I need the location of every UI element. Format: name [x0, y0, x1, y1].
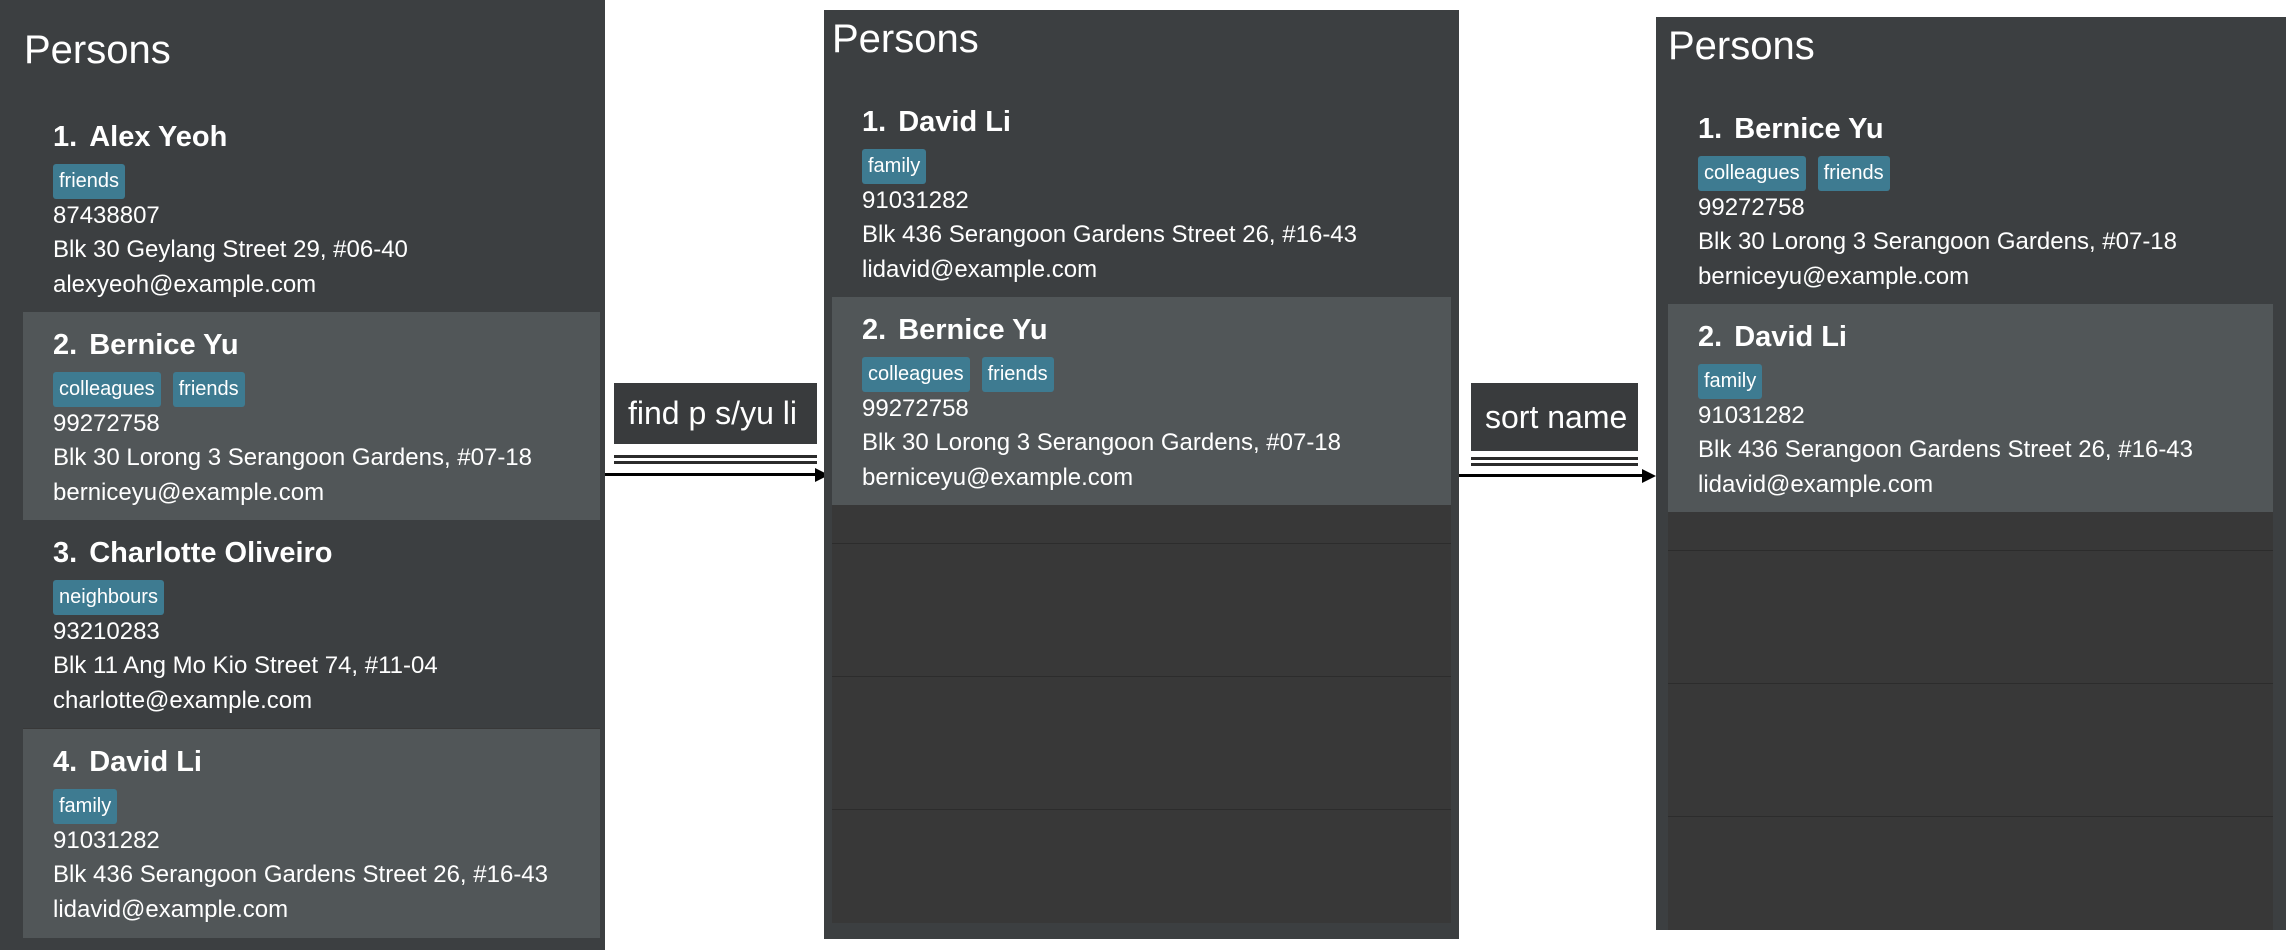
person-phone: 91031282 [53, 827, 160, 854]
person-list[interactable]: 1. Alex Yeoh friends 87438807 Blk 30 Geyl… [23, 105, 600, 938]
tag-list: colleagues friends [1698, 156, 1890, 191]
person-card[interactable]: 2. David Li family 91031282 Blk 436 Seran… [1668, 304, 2273, 512]
person-email: berniceyu@example.com [1698, 263, 1970, 290]
command-underline [614, 461, 817, 464]
person-email: lidavid@example.com [53, 896, 289, 923]
person-email: lidavid@example.com [862, 256, 1098, 283]
tag: colleagues [53, 372, 161, 407]
person-phone: 99272758 [1698, 194, 1805, 221]
person-name: 1. Alex Yeoh [53, 121, 227, 154]
person-email: charlotte@example.com [53, 687, 313, 714]
tag: colleagues [862, 357, 970, 392]
empty-list-row [832, 543, 1451, 544]
arrow-head-icon [1642, 469, 1656, 483]
person-phone: 93210283 [53, 618, 160, 645]
person-name-text: David Li [898, 106, 1011, 138]
person-card[interactable]: 1. David Li family 91031282 Blk 436 Seran… [832, 90, 1451, 297]
person-card[interactable]: 1. Bernice Yu colleagues friends 99272758… [1668, 97, 2273, 304]
person-name: 2. Bernice Yu [53, 329, 239, 362]
person-index: 2. [1698, 321, 1723, 353]
person-email: lidavid@example.com [1698, 471, 1934, 498]
person-phone: 87438807 [53, 202, 160, 229]
person-name-text: Bernice Yu [1734, 113, 1884, 145]
tag: friends [1817, 156, 1890, 191]
person-address: Blk 436 Serangoon Gardens Street 26, #16… [862, 221, 1357, 248]
person-address: Blk 436 Serangoon Gardens Street 26, #16… [53, 861, 548, 888]
tag: friends [53, 164, 126, 199]
person-name-text: Alex Yeoh [89, 121, 228, 153]
person-index: 2. [862, 314, 887, 346]
empty-list-row [1668, 816, 2273, 817]
person-card[interactable]: 2. Bernice Yu colleagues friends 99272758… [23, 312, 600, 520]
person-card[interactable]: 1. Alex Yeoh friends 87438807 Blk 30 Geyl… [23, 105, 600, 312]
command-box-sort: sort name [1471, 383, 1638, 451]
tag-list: family [862, 149, 927, 184]
empty-list-row [1668, 683, 2273, 684]
person-address: Blk 436 Serangoon Gardens Street 26, #16… [1698, 436, 2193, 463]
tag: colleagues [1698, 156, 1806, 191]
person-list-panel-after-find: Persons 1. David Li family 91031282 Blk 4… [824, 10, 1459, 939]
empty-list-row [832, 676, 1451, 677]
person-phone: 91031282 [1698, 402, 1805, 429]
person-email: berniceyu@example.com [862, 464, 1134, 491]
person-list[interactable]: 1. Bernice Yu colleagues friends 99272758… [1668, 97, 2273, 930]
tag-list: colleagues friends [862, 357, 1054, 392]
tag: family [1698, 364, 1763, 399]
person-phone: 99272758 [53, 410, 160, 437]
person-index: 1. [53, 121, 78, 153]
person-index: 2. [53, 329, 78, 361]
person-index: 3. [53, 537, 78, 569]
command-underline [1471, 457, 1638, 460]
person-list[interactable]: 1. David Li family 91031282 Blk 436 Seran… [832, 90, 1451, 923]
person-name: 2. Bernice Yu [862, 314, 1048, 347]
person-name: 2. David Li [1698, 321, 1847, 354]
person-name: 1. David Li [862, 106, 1011, 139]
person-card[interactable]: 4. David Li family 91031282 Blk 436 Seran… [23, 729, 600, 938]
person-index: 1. [862, 106, 887, 138]
person-name-text: Charlotte Oliveiro [89, 537, 333, 569]
tag-list: family [53, 789, 118, 824]
person-address: Blk 30 Geylang Street 29, #06-40 [53, 236, 408, 263]
person-address: Blk 30 Lorong 3 Serangoon Gardens, #07-1… [1698, 228, 2178, 255]
empty-list-row [1668, 550, 2273, 551]
tag-list: neighbours [53, 580, 164, 615]
panel-title: Persons [24, 28, 171, 72]
person-email: berniceyu@example.com [53, 479, 325, 506]
person-phone: 99272758 [862, 395, 969, 422]
command-box-find: find p s/yu li [614, 383, 817, 444]
person-list-panel-after-sort: Persons 1. Bernice Yu colleagues friends … [1656, 17, 2286, 930]
person-name-text: Bernice Yu [898, 314, 1048, 346]
panel-title: Persons [832, 17, 979, 61]
person-index: 1. [1698, 113, 1723, 145]
tag: family [862, 149, 927, 184]
empty-list-row [832, 809, 1451, 810]
tag: friends [981, 357, 1054, 392]
person-address: Blk 30 Lorong 3 Serangoon Gardens, #07-1… [862, 429, 1342, 456]
tag: family [53, 789, 118, 824]
person-name: 1. Bernice Yu [1698, 113, 1884, 146]
tag: neighbours [53, 580, 164, 615]
person-name: 4. David Li [53, 746, 202, 779]
arrow [1459, 474, 1642, 477]
person-address: Blk 11 Ang Mo Kio Street 74, #11-04 [53, 652, 438, 679]
person-name-text: Bernice Yu [89, 329, 239, 361]
person-list-panel-before: Persons 1. Alex Yeoh friends 87438807 Blk… [0, 0, 605, 950]
tag: friends [172, 372, 245, 407]
person-card[interactable]: 2. Bernice Yu colleagues friends 99272758… [832, 297, 1451, 505]
arrow [605, 473, 817, 476]
tag-list: friends [53, 164, 126, 199]
person-email: alexyeoh@example.com [53, 271, 317, 298]
person-index: 4. [53, 746, 78, 778]
tag-list: family [1698, 364, 1763, 399]
person-name-text: David Li [89, 746, 202, 778]
panel-title: Persons [1668, 24, 1815, 68]
person-card[interactable]: 3. Charlotte Oliveiro neighbours 93210283… [23, 520, 600, 728]
person-phone: 91031282 [862, 187, 969, 214]
tag-list: colleagues friends [53, 372, 245, 407]
command-underline [1471, 463, 1638, 466]
person-address: Blk 30 Lorong 3 Serangoon Gardens, #07-1… [53, 444, 533, 471]
person-name: 3. Charlotte Oliveiro [53, 537, 333, 570]
command-underline [614, 455, 817, 458]
person-name-text: David Li [1734, 321, 1847, 353]
